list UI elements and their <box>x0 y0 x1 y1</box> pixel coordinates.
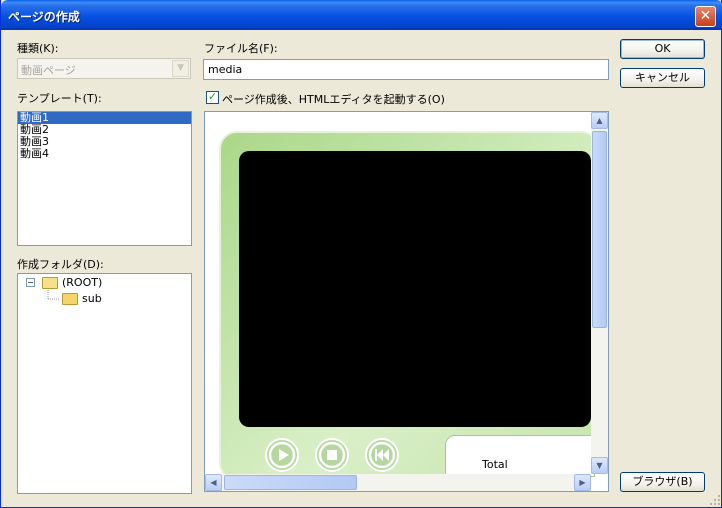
template-list[interactable]: 動画1 動画2 動画3 動画4 <box>17 111 192 246</box>
rewind-button[interactable] <box>365 438 399 472</box>
scroll-left-icon[interactable]: ◀ <box>205 474 222 491</box>
stop-icon <box>318 441 346 469</box>
close-button[interactable]: ✕ <box>695 6 716 27</box>
scroll-right-icon[interactable]: ▶ <box>574 474 591 491</box>
close-icon: ✕ <box>699 8 712 24</box>
browse-button[interactable]: ブラウザ(B) <box>620 472 705 492</box>
filename-input[interactable] <box>203 59 609 80</box>
horizontal-scrollbar[interactable]: ◀ ▶ <box>205 474 591 491</box>
create-page-dialog: ページの作成 ✕ 種類(K): 動画ページ ▼ テンプレート(T): 動画1 動… <box>0 0 722 508</box>
total-panel: Total <box>445 435 595 477</box>
type-combobox: 動画ページ ▼ <box>17 58 191 79</box>
template-label: テンプレート(T): <box>17 92 102 105</box>
title-bar[interactable]: ページの作成 ✕ <box>1 0 722 30</box>
folder-label: 作成フォルダ(D): <box>17 258 104 271</box>
ok-button[interactable]: OK <box>620 39 705 59</box>
cancel-button[interactable]: キャンセル <box>620 68 705 88</box>
window-title: ページの作成 <box>8 10 80 24</box>
type-label: 種類(K): <box>17 42 59 55</box>
rewind-icon <box>368 441 396 469</box>
open-editor-checkbox[interactable]: ✓ <box>206 91 219 104</box>
vertical-scrollbar[interactable]: ▲ ▼ <box>591 112 608 474</box>
folder-open-icon <box>42 277 58 289</box>
tree-item-root[interactable]: (ROOT) <box>62 276 102 289</box>
tree-item-sub[interactable]: sub <box>82 292 102 305</box>
total-label: Total <box>482 458 508 471</box>
play-icon <box>268 441 296 469</box>
scroll-down-icon[interactable]: ▼ <box>591 457 608 474</box>
scroll-up-icon[interactable]: ▲ <box>591 112 608 129</box>
folder-tree[interactable]: − (ROOT) sub <box>17 273 192 494</box>
type-value: 動画ページ <box>21 64 76 77</box>
folder-icon <box>62 293 78 305</box>
filename-label: ファイル名(F): <box>204 42 278 55</box>
open-editor-label[interactable]: ページ作成後、HTMLエディタを起動する(O) <box>222 91 445 107</box>
resize-grip-icon[interactable] <box>709 494 721 506</box>
horizontal-scroll-thumb[interactable] <box>224 475 357 490</box>
collapse-icon[interactable]: − <box>26 278 35 287</box>
template-item[interactable]: 動画4 <box>18 148 191 160</box>
play-button[interactable] <box>265 438 299 472</box>
vertical-scroll-thumb[interactable] <box>592 131 607 328</box>
stop-button[interactable] <box>315 438 349 472</box>
video-screen <box>239 151 591 427</box>
chevron-down-icon: ▼ <box>172 60 189 77</box>
